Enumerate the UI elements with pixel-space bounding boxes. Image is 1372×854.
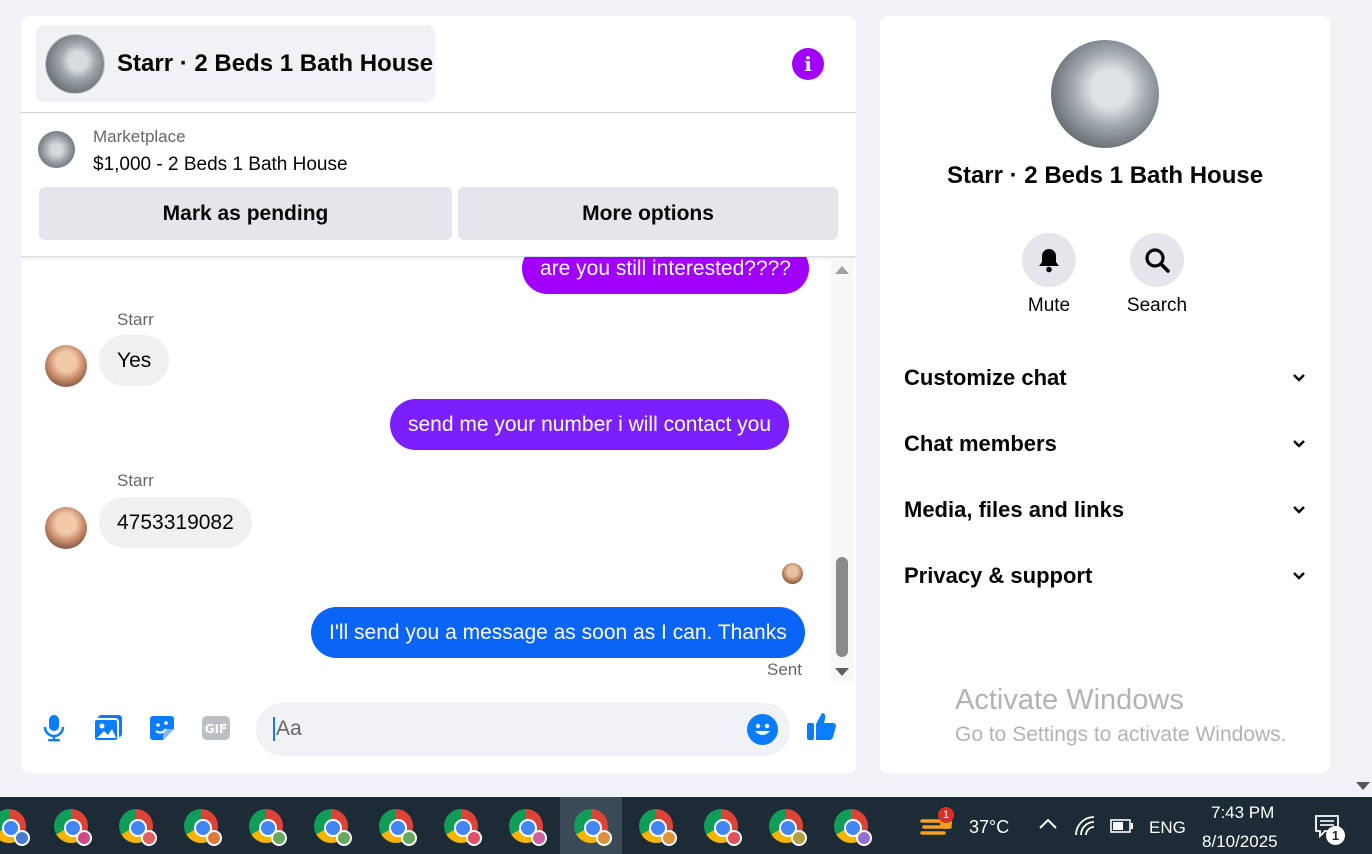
message-bubble-incoming[interactable]: 4753319082 xyxy=(99,497,252,548)
chat-panel: Starr · 2 Beds 1 Bath House i Marketplac… xyxy=(21,16,856,773)
message-input[interactable]: Aa xyxy=(256,703,790,756)
mute-label: Mute xyxy=(1027,295,1071,316)
search-icon xyxy=(1145,248,1170,273)
conversation-title-button[interactable]: Starr · 2 Beds 1 Bath House xyxy=(36,25,435,102)
bell-icon xyxy=(1039,249,1059,273)
sender-name: Starr xyxy=(117,310,154,329)
chrome-profile-icon[interactable] xyxy=(170,797,232,854)
section-label: Privacy & support xyxy=(904,563,1093,588)
page-scroll-down-arrow-icon[interactable] xyxy=(1356,782,1370,790)
chrome-profile-icon[interactable] xyxy=(300,797,362,854)
listing-thumbnail-small[interactable] xyxy=(38,131,75,168)
sticker-icon[interactable] xyxy=(146,712,178,744)
section-media-files-links[interactable]: Media, files and links xyxy=(904,490,1306,530)
listing-source: Marketplace xyxy=(93,127,186,146)
windows-taskbar: 1 37°C ENG 7:43 PM 8/10/2025 1 xyxy=(0,797,1372,854)
more-options-button[interactable]: More options xyxy=(458,187,838,240)
search-button[interactable] xyxy=(1130,233,1184,287)
svg-text:GIF: GIF xyxy=(205,722,228,736)
chevron-down-icon xyxy=(1293,440,1305,448)
info-icon[interactable]: i xyxy=(792,48,824,80)
conversation-title: Starr · 2 Beds 1 Bath House xyxy=(117,49,434,77)
scrollbar-thumb[interactable] xyxy=(836,557,848,657)
listing-thumbnail xyxy=(45,33,105,94)
photo-icon[interactable] xyxy=(92,712,124,744)
weather-icon[interactable]: 1 xyxy=(920,807,956,841)
message-list: are you still interested???? Starr Yes s… xyxy=(21,243,856,687)
listing-title[interactable]: $1,000 - 2 Beds 1 Bath House xyxy=(93,154,348,176)
scroll-down-arrow-icon[interactable] xyxy=(835,668,849,676)
chevron-down-icon xyxy=(1293,374,1305,382)
temperature[interactable]: 37°C xyxy=(969,817,1009,838)
chevron-down-icon xyxy=(1293,506,1305,514)
notification-count: 1 xyxy=(1326,826,1345,845)
marketplace-listing-card: Marketplace $1,000 - 2 Beds 1 Bath House… xyxy=(21,113,856,257)
chrome-profile-icon[interactable] xyxy=(430,797,492,854)
chrome-profile-icon[interactable] xyxy=(495,797,557,854)
chrome-profile-icon[interactable] xyxy=(105,797,167,854)
thumbs-up-icon[interactable] xyxy=(806,710,838,742)
language-indicator[interactable]: ENG xyxy=(1149,818,1186,838)
conversation-info-panel: Starr · 2 Beds 1 Bath House Mute Search … xyxy=(880,16,1330,773)
section-label: Media, files and links xyxy=(904,497,1125,522)
section-customize-chat[interactable]: Customize chat xyxy=(904,358,1306,398)
mark-as-pending-button[interactable]: Mark as pending xyxy=(39,187,452,240)
chrome-profile-icon[interactable] xyxy=(365,797,427,854)
chrome-profile-icon[interactable] xyxy=(755,797,817,854)
section-label: Chat members xyxy=(904,431,1057,456)
battery-icon[interactable] xyxy=(1110,819,1134,838)
chat-header: Starr · 2 Beds 1 Bath House i xyxy=(21,16,856,113)
activate-windows-subtitle: Go to Settings to activate Windows. xyxy=(955,723,1287,746)
chrome-profile-icon[interactable] xyxy=(40,797,102,854)
message-composer: GIF Aa xyxy=(21,696,856,766)
wifi-icon[interactable] xyxy=(1074,815,1098,842)
chrome-profile-icon[interactable] xyxy=(690,797,752,854)
seen-indicator-avatar xyxy=(782,563,803,584)
message-bubble-outgoing[interactable]: I'll send you a message as soon as I can… xyxy=(311,607,805,658)
notification-icon[interactable]: 1 xyxy=(1314,814,1348,848)
sender-name: Starr xyxy=(117,471,154,490)
clock-date[interactable]: 8/10/2025 xyxy=(1202,832,1278,852)
sent-status: Sent xyxy=(767,660,802,679)
activate-windows-title: Activate Windows xyxy=(955,684,1184,716)
avatar[interactable] xyxy=(45,507,87,549)
section-label: Customize chat xyxy=(904,365,1067,390)
message-bubble-incoming[interactable]: Yes xyxy=(99,335,170,386)
scroll-up-arrow-icon[interactable] xyxy=(835,266,849,274)
chrome-profile-icon[interactable] xyxy=(625,797,687,854)
chrome-profile-icon[interactable] xyxy=(0,797,40,854)
microphone-icon[interactable] xyxy=(38,712,70,744)
chrome-profile-icon[interactable] xyxy=(820,797,882,854)
section-privacy-support[interactable]: Privacy & support xyxy=(904,556,1306,596)
chrome-profile-icon-active[interactable] xyxy=(560,797,622,854)
message-bubble-outgoing[interactable]: send me your number i will contact you xyxy=(390,399,789,450)
avatar[interactable] xyxy=(45,345,87,387)
clock-time[interactable]: 7:43 PM xyxy=(1211,803,1274,823)
chevron-up-icon[interactable] xyxy=(1038,817,1058,836)
weather-badge: 1 xyxy=(938,807,954,823)
gif-icon[interactable]: GIF xyxy=(200,712,232,744)
emoji-icon[interactable] xyxy=(747,714,778,745)
chrome-profile-icon[interactable] xyxy=(235,797,297,854)
listing-photo[interactable] xyxy=(1051,40,1159,148)
search-label: Search xyxy=(1126,295,1188,316)
section-chat-members[interactable]: Chat members xyxy=(904,424,1306,464)
info-title: Starr · 2 Beds 1 Bath House xyxy=(946,162,1264,189)
message-input-placeholder: Aa xyxy=(273,717,302,741)
mute-button[interactable] xyxy=(1022,233,1076,287)
chevron-down-icon xyxy=(1293,572,1305,580)
